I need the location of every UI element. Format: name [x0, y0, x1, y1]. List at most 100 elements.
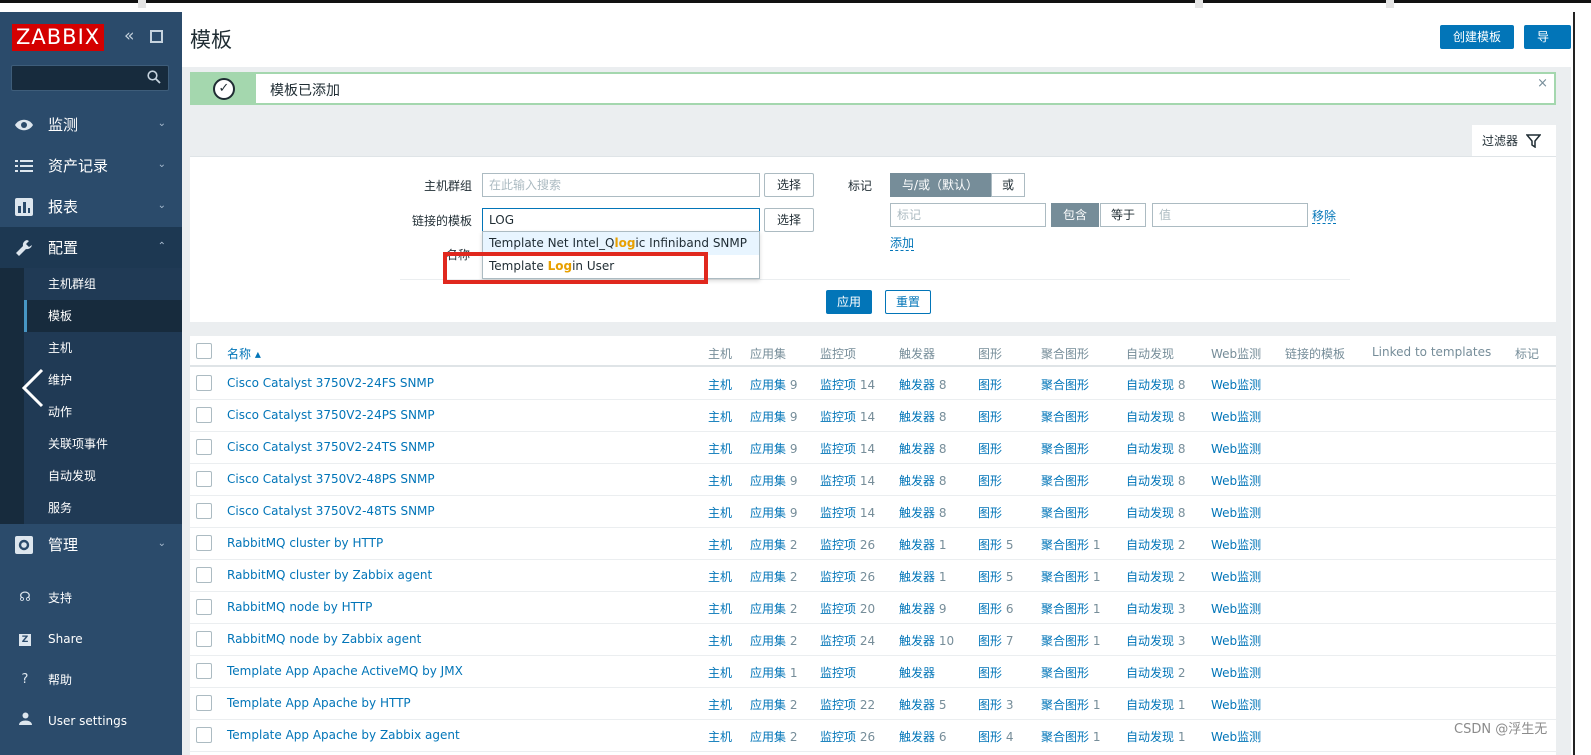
screens-link[interactable]: 聚合图形 — [1041, 570, 1089, 584]
discovery-link[interactable]: 自动发现 — [1126, 634, 1174, 648]
apply-button[interactable]: 应用 — [826, 290, 873, 314]
discovery-link[interactable]: 自动发现 — [1126, 538, 1174, 552]
tag-value-input[interactable]: 值 — [1152, 203, 1308, 227]
triggers-link[interactable]: 触发器 — [899, 378, 935, 392]
discovery-link[interactable]: 自动发现 — [1126, 410, 1174, 424]
collapse-sidebar-icon[interactable]: « — [124, 26, 134, 46]
row-checkbox[interactable] — [196, 407, 212, 423]
triggers-link[interactable]: 触发器 — [899, 410, 935, 424]
hosts-link[interactable]: 主机 — [708, 474, 732, 488]
menu-configuration[interactable]: 配置 ⌃ — [0, 227, 182, 268]
linked-template-select-button[interactable]: 选择 — [764, 208, 815, 232]
web-link[interactable]: Web监测 — [1211, 730, 1261, 744]
discovery-link[interactable]: 自动发现 — [1126, 570, 1174, 584]
submenu-services[interactable]: 服务 — [0, 492, 182, 524]
reset-button[interactable]: 重置 — [885, 290, 932, 314]
menu-user-settings[interactable]: User settings — [0, 700, 182, 741]
applications-link[interactable]: 应用集 — [750, 730, 786, 744]
template-name-link[interactable]: RabbitMQ node by Zabbix agent — [227, 632, 421, 646]
items-link[interactable]: 监控项 — [820, 634, 856, 648]
search-icon[interactable] — [147, 70, 161, 84]
items-link[interactable]: 监控项 — [820, 410, 856, 424]
screens-link[interactable]: 聚合图形 — [1041, 538, 1089, 552]
submenu-event-correlation[interactable]: 关联项事件 — [0, 428, 182, 460]
triggers-link[interactable]: 触发器 — [899, 666, 935, 680]
hosts-link[interactable]: 主机 — [708, 666, 732, 680]
import-button[interactable]: 导入 — [1524, 25, 1571, 66]
row-checkbox[interactable] — [196, 695, 212, 711]
screens-link[interactable]: 聚合图形 — [1041, 698, 1089, 712]
applications-link[interactable]: 应用集 — [750, 602, 786, 616]
applications-link[interactable]: 应用集 — [750, 666, 786, 680]
screens-link[interactable]: 聚合图形 — [1041, 474, 1089, 488]
screens-link[interactable]: 聚合图形 — [1041, 442, 1089, 456]
graphs-link[interactable]: 图形 — [978, 730, 1002, 744]
submenu-host-groups[interactable]: 主机群组 — [0, 268, 182, 300]
web-link[interactable]: Web监测 — [1211, 538, 1261, 552]
select-all-checkbox[interactable] — [196, 343, 212, 359]
graphs-link[interactable]: 图形 — [978, 442, 1002, 456]
hosts-link[interactable]: 主机 — [708, 634, 732, 648]
menu-administration[interactable]: 管理 ⌄ — [0, 524, 182, 565]
applications-link[interactable]: 应用集 — [750, 698, 786, 712]
remove-tag-link[interactable]: 移除 — [1312, 209, 1337, 224]
screens-link[interactable]: 聚合图形 — [1041, 378, 1089, 392]
applications-link[interactable]: 应用集 — [750, 410, 786, 424]
triggers-link[interactable]: 触发器 — [899, 474, 935, 488]
template-name-link[interactable]: Template App Apache by Zabbix agent — [227, 728, 460, 742]
host-group-select-button[interactable]: 选择 — [764, 173, 815, 197]
submenu-discovery[interactable]: 自动发现 — [0, 460, 182, 492]
hosts-link[interactable]: 主机 — [708, 506, 732, 520]
applications-link[interactable]: 应用集 — [750, 570, 786, 584]
screens-link[interactable]: 聚合图形 — [1041, 602, 1089, 616]
submenu-templates[interactable]: 模板 — [24, 300, 182, 332]
applications-link[interactable]: 应用集 — [750, 378, 786, 392]
discovery-link[interactable]: 自动发现 — [1126, 442, 1174, 456]
template-name-link[interactable]: Cisco Catalyst 3750V2-24FS SNMP — [227, 376, 434, 390]
items-link[interactable]: 监控项 — [820, 570, 856, 584]
graphs-link[interactable]: 图形 — [978, 474, 1002, 488]
items-link[interactable]: 监控项 — [820, 602, 856, 616]
items-link[interactable]: 监控项 — [820, 698, 856, 712]
linked-template-input[interactable]: LOG — [482, 208, 760, 232]
discovery-link[interactable]: 自动发现 — [1126, 730, 1174, 744]
web-link[interactable]: Web监测 — [1211, 506, 1261, 520]
screens-link[interactable]: 聚合图形 — [1041, 730, 1089, 744]
row-checkbox[interactable] — [196, 375, 212, 391]
discovery-link[interactable]: 自动发现 — [1126, 378, 1174, 392]
triggers-link[interactable]: 触发器 — [899, 698, 935, 712]
items-link[interactable]: 监控项 — [820, 378, 856, 392]
graphs-link[interactable]: 图形 — [978, 602, 1002, 616]
applications-link[interactable]: 应用集 — [750, 474, 786, 488]
sidebar-search-input[interactable] — [11, 65, 169, 91]
kiosk-mode-icon[interactable] — [150, 30, 163, 43]
web-link[interactable]: Web监测 — [1211, 474, 1261, 488]
row-checkbox[interactable] — [196, 631, 212, 647]
web-link[interactable]: Web监测 — [1211, 666, 1261, 680]
web-link[interactable]: Web监测 — [1211, 442, 1261, 456]
row-checkbox[interactable] — [196, 567, 212, 583]
template-name-link[interactable]: Template App Apache ActiveMQ by JMX — [227, 664, 463, 678]
web-link[interactable]: Web监测 — [1211, 410, 1261, 424]
row-checkbox[interactable] — [196, 535, 212, 551]
template-name-link[interactable]: Cisco Catalyst 3750V2-48PS SNMP — [227, 472, 435, 486]
row-checkbox[interactable] — [196, 663, 212, 679]
graphs-link[interactable]: 图形 — [978, 698, 1002, 712]
hosts-link[interactable]: 主机 — [708, 538, 732, 552]
template-name-link[interactable]: RabbitMQ node by HTTP — [227, 600, 372, 614]
hosts-link[interactable]: 主机 — [708, 602, 732, 616]
row-checkbox[interactable] — [196, 727, 212, 743]
applications-link[interactable]: 应用集 — [750, 538, 786, 552]
filter-tab[interactable]: 过滤器 — [1472, 125, 1556, 156]
row-checkbox[interactable] — [196, 599, 212, 615]
graphs-link[interactable]: 图形 — [978, 666, 1002, 680]
web-link[interactable]: Web监测 — [1211, 378, 1261, 392]
graphs-link[interactable]: 图形 — [978, 538, 1002, 552]
discovery-link[interactable]: 自动发现 — [1126, 602, 1174, 616]
host-group-input[interactable]: 在此输入搜索 — [482, 173, 760, 197]
template-name-link[interactable]: Cisco Catalyst 3750V2-48TS SNMP — [227, 504, 435, 518]
add-tag-link[interactable]: 添加 — [890, 236, 915, 251]
close-icon[interactable]: × — [1537, 76, 1548, 91]
hosts-link[interactable]: 主机 — [708, 698, 732, 712]
screens-link[interactable]: 聚合图形 — [1041, 666, 1089, 680]
